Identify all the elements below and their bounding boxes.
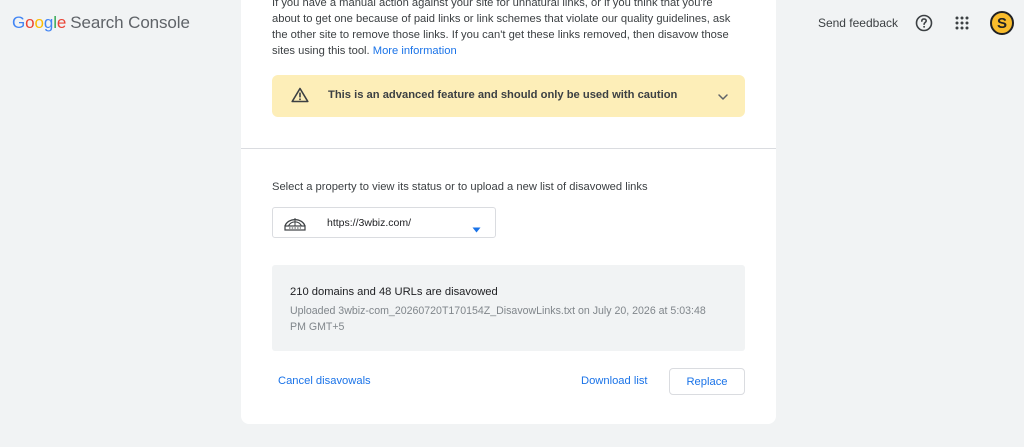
disavow-status-panel: 210 domains and 48 URLs are disavowed Up… — [272, 265, 745, 351]
divider — [241, 148, 776, 149]
caution-banner[interactable]: This is an advanced feature and should o… — [272, 75, 745, 117]
disavow-card: If you have a manual action against your… — [241, 0, 776, 424]
logo-letter: g — [43, 13, 54, 32]
property-dropdown[interactable]: https://3wbiz.com/ — [272, 207, 496, 238]
logo-letter: e — [56, 13, 67, 32]
property-select-label: Select a property to view its status or … — [272, 181, 648, 193]
disavow-status-title: 210 domains and 48 URLs are disavowed — [290, 286, 498, 298]
warning-icon — [291, 87, 309, 108]
apps-grid-icon[interactable] — [952, 13, 972, 33]
cancel-disavowals-button[interactable]: Cancel disavowals — [278, 375, 371, 387]
globe-icon — [283, 214, 307, 237]
logo-letter: G — [12, 13, 26, 32]
help-circle-icon[interactable] — [914, 13, 934, 33]
replace-button[interactable]: Replace — [669, 368, 745, 395]
avatar[interactable]: S — [990, 11, 1014, 35]
intro-text: If you have a manual action against your… — [272, 0, 742, 59]
more-information-link[interactable]: More information — [373, 45, 457, 57]
app-logo[interactable]: Google Search Console — [12, 12, 190, 34]
upload-details: Uploaded 3wbiz-com_20260720T170154Z_Disa… — [290, 305, 706, 333]
download-list-button[interactable]: Download list — [581, 375, 648, 387]
selected-property: https://3wbiz.com/ — [327, 217, 412, 229]
send-feedback-link[interactable]: Send feedback — [818, 16, 898, 30]
intro-paragraph: If you have a manual action against your… — [272, 0, 731, 57]
caution-text: This is an advanced feature and should o… — [328, 89, 678, 101]
chevron-down-icon[interactable] — [717, 89, 729, 107]
logo-letter: o — [34, 13, 44, 32]
dropdown-arrow-icon — [472, 220, 481, 238]
header-actions: Send feedback S — [818, 8, 1014, 38]
product-name: Search Console — [70, 13, 190, 32]
logo-letter: o — [25, 13, 35, 32]
